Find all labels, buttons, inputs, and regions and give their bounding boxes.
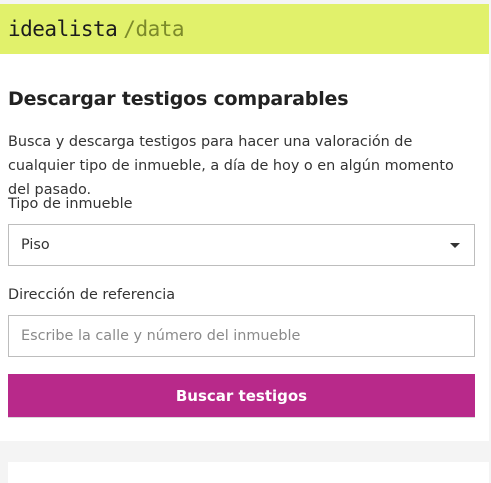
header-bar: idealista/data [0, 4, 489, 54]
page: idealista/data Descargar testigos compar… [0, 0, 491, 483]
property-type-value: Piso [21, 237, 50, 253]
address-label: Dirección de referencia [8, 287, 176, 303]
brand-suffix: /data [123, 16, 185, 41]
address-input[interactable] [8, 315, 475, 357]
brand-logo[interactable]: idealista/data [8, 16, 185, 41]
search-button[interactable]: Buscar testigos [8, 374, 475, 418]
page-title: Descargar testigos comparables [8, 88, 349, 110]
property-type-label: Tipo de inmueble [8, 196, 133, 212]
property-type-select[interactable]: Piso [8, 224, 475, 266]
caret-down-icon [450, 242, 460, 248]
form-description: Busca y descarga testigos para hacer una… [8, 134, 454, 198]
search-form-card: Descargar testigos comparables Busca y d… [0, 54, 489, 441]
brand-name: idealista [8, 16, 118, 41]
results-card [8, 462, 489, 483]
